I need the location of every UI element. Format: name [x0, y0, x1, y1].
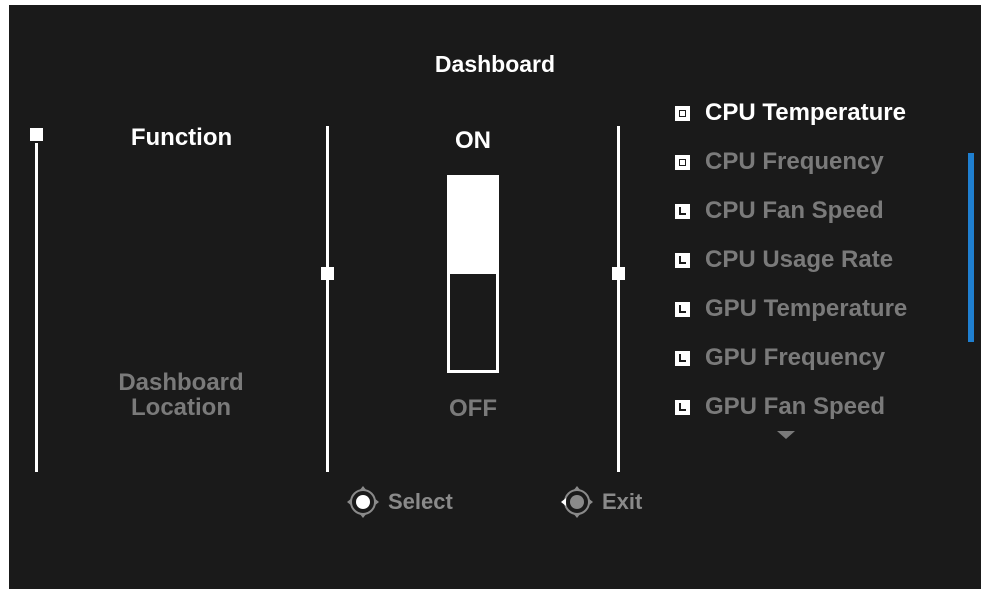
chevron-down-icon[interactable] — [777, 431, 795, 439]
switch-column-marker — [321, 267, 334, 280]
options-column-track — [617, 126, 620, 472]
dashboard-option-label: GPU Temperature — [705, 295, 908, 322]
checkbox-unchecked-icon[interactable] — [675, 301, 690, 317]
dashboard-option[interactable]: CPU Fan Speed — [675, 196, 884, 226]
dashboard-option[interactable]: GPU Frequency — [675, 343, 885, 373]
checkbox-checked-icon[interactable] — [675, 105, 690, 121]
function-column-marker — [30, 128, 43, 141]
checkbox-unchecked-icon[interactable] — [675, 399, 690, 415]
dashboard-location-item[interactable]: Dashboard Location — [101, 370, 261, 420]
dashboard-option[interactable]: GPU Fan Speed — [675, 392, 885, 422]
dashboard-option-label: CPU Frequency — [705, 148, 884, 175]
dashboard-option-label: CPU Usage Rate — [705, 246, 894, 273]
checkbox-checked-icon[interactable] — [675, 154, 690, 170]
function-column-track — [35, 143, 38, 472]
exit-hint-label: Exit — [602, 489, 643, 514]
on-option[interactable]: ON — [433, 128, 513, 153]
function-item[interactable]: Function — [79, 125, 284, 150]
dashboard-option-label: GPU Fan Speed — [705, 393, 886, 420]
select-hint-label: Select — [388, 489, 453, 514]
joystick-icon — [347, 486, 379, 518]
dashboard-option[interactable]: CPU Usage Rate — [675, 245, 893, 275]
checkbox-unchecked-icon[interactable] — [675, 252, 690, 268]
dashboard-option-label: CPU Fan Speed — [705, 197, 884, 224]
dashboard-option[interactable]: CPU Temperature — [675, 98, 906, 128]
dashboard-option[interactable]: GPU Temperature — [675, 294, 907, 324]
options-scrollbar[interactable] — [968, 153, 974, 342]
checkbox-unchecked-icon[interactable] — [675, 350, 690, 366]
dashboard-option-label: CPU Temperature — [705, 99, 906, 126]
off-option[interactable]: OFF — [433, 396, 513, 421]
exit-hint: Exit — [560, 485, 642, 519]
menu-title: Dashboard — [434, 51, 556, 77]
on-off-toggle[interactable] — [447, 175, 499, 373]
dashboard-option-label: GPU Frequency — [705, 344, 886, 371]
dashboard-option[interactable]: CPU Frequency — [675, 147, 884, 177]
options-column-marker — [612, 267, 625, 280]
toggle-fill — [450, 178, 496, 274]
osd-menu-screen: Dashboard Function Dashboard Location ON… — [9, 5, 981, 589]
switch-column-track — [326, 126, 329, 472]
joystick-icon — [561, 486, 593, 518]
select-hint: Select — [346, 485, 453, 519]
checkbox-unchecked-icon[interactable] — [675, 203, 690, 219]
